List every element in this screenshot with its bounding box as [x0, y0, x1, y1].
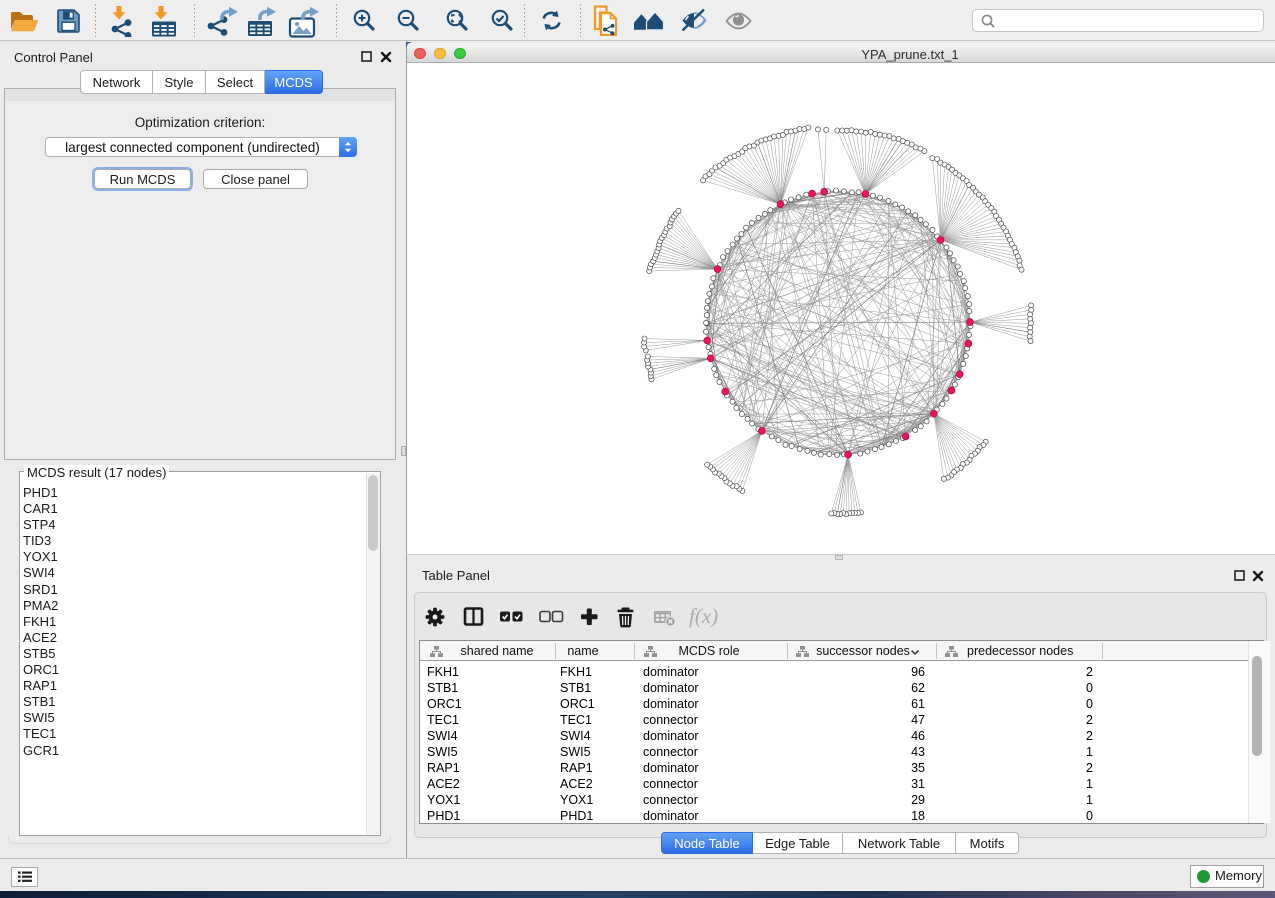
svg-text:f(x): f(x): [689, 606, 718, 628]
